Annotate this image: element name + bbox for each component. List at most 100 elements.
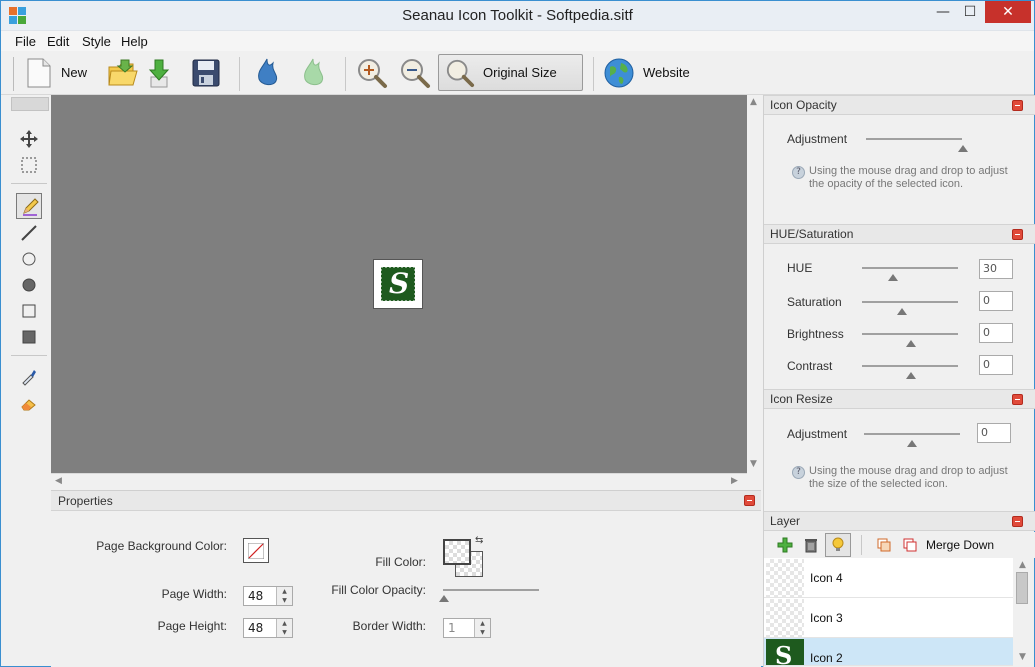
merge-down-icon[interactable] — [902, 537, 918, 553]
menu-edit[interactable]: Edit — [47, 34, 69, 49]
open-folder-icon[interactable] — [107, 57, 139, 89]
layer-row-icon-4[interactable]: Icon 4 — [764, 558, 1013, 598]
page-height-spinner[interactable]: ▲ ▼ — [276, 619, 292, 637]
tool-strip-header — [11, 97, 49, 111]
layer-scroll-thumb[interactable] — [1016, 572, 1028, 604]
fill-color-picker[interactable]: ⇆ — [443, 535, 489, 579]
contrast-label: Contrast — [787, 359, 833, 373]
fill-opacity-slider[interactable] — [443, 589, 539, 591]
toolbar-separator — [239, 57, 240, 91]
brightness-slider[interactable] — [862, 333, 958, 335]
app-window: Seanau Icon Toolkit - Softpedia.sitf — ☐… — [0, 0, 1035, 667]
filled-rectangle-tool-icon[interactable] — [19, 327, 39, 347]
hue-saturation-title: HUE/Saturation — [770, 227, 854, 241]
scroll-left-arrow[interactable]: ◀ — [55, 476, 62, 486]
layer-scroll-down[interactable]: ▼ — [1019, 652, 1026, 662]
undo-icon[interactable] — [253, 57, 281, 89]
icon-opacity-collapse-button[interactable] — [1012, 100, 1023, 111]
hue-label: HUE — [787, 261, 813, 275]
layer-scrollbar[interactable]: ▲ ▼ — [1013, 558, 1033, 666]
icon-resize-collapse-button[interactable] — [1012, 394, 1023, 405]
canvas-vertical-scrollbar[interactable]: ▲ ▼ — [747, 95, 761, 473]
layer-name: Icon 2 — [810, 651, 843, 665]
save-icon[interactable] — [191, 57, 221, 89]
select-tool-icon[interactable] — [19, 155, 39, 175]
scroll-up-arrow[interactable]: ▲ — [750, 97, 757, 107]
pencil-tool-icon — [23, 198, 39, 216]
border-width-spinner[interactable]: ▲ ▼ — [474, 619, 490, 637]
brightness-slider-thumb[interactable] — [906, 340, 916, 347]
layer-scroll-up[interactable]: ▲ — [1019, 560, 1026, 570]
delete-layer-icon[interactable] — [803, 537, 819, 553]
hue-saturation-collapse-button[interactable] — [1012, 229, 1023, 240]
move-tool-icon[interactable] — [19, 129, 39, 149]
resize-slider-thumb[interactable] — [907, 440, 917, 447]
saturation-slider-thumb[interactable] — [897, 308, 907, 315]
add-layer-icon[interactable] — [777, 537, 793, 553]
globe-icon[interactable] — [603, 57, 635, 89]
layer-row-icon-3[interactable]: Icon 3 — [764, 598, 1013, 638]
fill-color-label: Fill Color: — [375, 555, 426, 569]
contrast-slider-thumb[interactable] — [906, 372, 916, 379]
close-button[interactable]: ✕ — [985, 1, 1031, 23]
resize-input[interactable]: 0 — [977, 423, 1011, 443]
saturation-label: Saturation — [787, 295, 842, 309]
icon-preview[interactable]: S — [373, 259, 423, 309]
redo-icon[interactable] — [299, 57, 327, 89]
eraser-tool-icon[interactable] — [19, 393, 39, 413]
eyedropper-tool-icon[interactable] — [19, 367, 39, 387]
rectangle-tool-icon[interactable] — [19, 301, 39, 321]
line-tool-icon[interactable] — [19, 223, 39, 243]
canvas-horizontal-scrollbar[interactable]: ◀ ▶ — [51, 473, 747, 489]
saturation-slider[interactable] — [862, 301, 958, 303]
website-button[interactable]: Website — [643, 65, 690, 80]
minimize-button[interactable]: — — [931, 1, 955, 23]
scroll-down-arrow[interactable]: ▼ — [750, 459, 757, 469]
new-document-icon[interactable] — [25, 57, 53, 89]
properties-collapse-button[interactable] — [744, 495, 755, 506]
menu-style[interactable]: Style — [82, 34, 111, 49]
maximize-button[interactable]: ☐ — [958, 1, 982, 23]
swap-colors-icon[interactable]: ⇆ — [475, 535, 483, 546]
scroll-right-arrow[interactable]: ▶ — [731, 476, 738, 486]
duplicate-layer-icon[interactable] — [876, 537, 892, 553]
layer-collapse-button[interactable] — [1012, 516, 1023, 527]
hue-slider[interactable] — [862, 267, 958, 269]
ellipse-tool-icon[interactable] — [19, 249, 39, 269]
tool-strip — [9, 95, 49, 515]
zoom-out-icon[interactable] — [399, 57, 431, 89]
properties-title: Properties — [58, 494, 113, 508]
toolbar: New Original Size Website — [1, 51, 1034, 95]
merge-down-button[interactable]: Merge Down — [926, 538, 994, 552]
opacity-slider[interactable] — [866, 138, 962, 140]
resize-slider[interactable] — [864, 433, 960, 435]
brightness-input[interactable]: 0 — [979, 323, 1013, 343]
contrast-input[interactable]: 0 — [979, 355, 1013, 375]
original-size-button[interactable]: Original Size — [438, 54, 583, 91]
hue-input[interactable]: 30 — [979, 259, 1013, 279]
layer-visibility-button[interactable] — [825, 533, 851, 557]
fill-foreground-swatch[interactable] — [443, 539, 471, 565]
pencil-tool-selected[interactable] — [16, 193, 42, 219]
new-button[interactable]: New — [61, 65, 87, 80]
opacity-slider-thumb[interactable] — [958, 145, 968, 152]
window-title: Seanau Icon Toolkit - Softpedia.sitf — [402, 7, 633, 24]
contrast-slider[interactable] — [862, 365, 958, 367]
menu-file[interactable]: File — [15, 34, 36, 49]
saturation-input[interactable]: 0 — [979, 291, 1013, 311]
drawing-canvas[interactable]: S — [51, 95, 747, 473]
fill-opacity-thumb[interactable] — [439, 595, 449, 602]
zoom-in-icon[interactable] — [356, 57, 388, 89]
properties-panel: Properties Page Background Color: Page W… — [51, 490, 761, 667]
icon-resize-title: Icon Resize — [770, 392, 833, 406]
filled-ellipse-tool-icon[interactable] — [19, 275, 39, 295]
import-icon[interactable] — [143, 57, 173, 89]
layer-row-icon-2[interactable]: S Icon 2 — [764, 638, 1013, 666]
menu-help[interactable]: Help — [121, 34, 148, 49]
page-height-field[interactable]: 48 ▲ ▼ — [243, 618, 293, 638]
hue-slider-thumb[interactable] — [888, 274, 898, 281]
page-height-label: Page Height: — [157, 619, 227, 633]
layer-name: Icon 3 — [810, 611, 843, 625]
border-width-field[interactable]: 1 ▲ ▼ — [443, 618, 491, 638]
page-bg-color-swatch[interactable] — [243, 538, 269, 563]
